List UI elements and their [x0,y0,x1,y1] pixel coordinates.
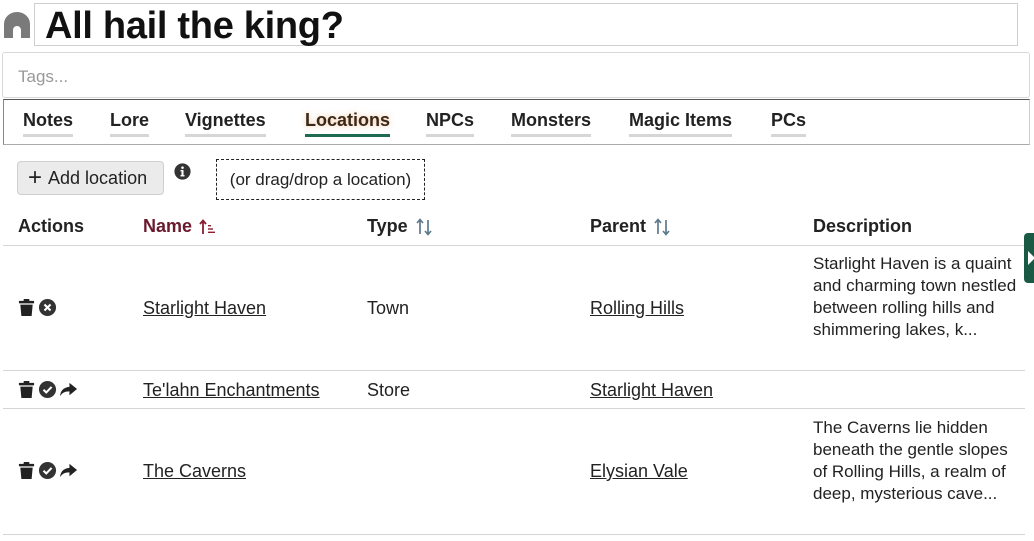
parent-link[interactable]: Starlight Haven [590,380,713,401]
header-divider [3,245,1025,246]
title-field[interactable]: All hail the king? [34,3,1018,46]
location-name-link[interactable]: Starlight Haven [143,298,266,319]
page-title[interactable]: All hail the king? [45,6,344,46]
row-actions [17,380,78,399]
location-type: Store [367,380,411,400]
row-actions [17,298,57,317]
tags-input[interactable] [18,66,918,88]
tab-locations[interactable]: Locations [305,110,391,137]
tab-notes[interactable]: Notes [23,110,74,137]
add-location-button[interactable]: + Add location [17,161,164,195]
row-divider [3,408,1025,409]
tab-vignettes[interactable]: Vignettes [185,110,266,137]
plus-icon: + [28,164,43,191]
remove-circle-icon[interactable] [38,298,57,317]
trash-icon[interactable] [17,298,36,317]
trash-icon[interactable] [17,380,36,399]
row-divider [3,534,1025,535]
location-description: Starlight Haven is a quaint and charming… [813,254,1017,339]
location-description: The Caverns lie hidden beneath the gentl… [813,418,1008,503]
location-name-link[interactable]: Te'lahn Enchantments [143,380,320,401]
tabs-bar: Notes Lore Vignettes Locations NPCs Mons… [3,99,1030,145]
column-header-description: Description [813,216,913,236]
column-header-actions: Actions [18,216,85,236]
row-divider [3,370,1025,371]
row-actions [17,461,78,480]
tags-field[interactable] [2,52,1030,98]
tab-monsters[interactable]: Monsters [511,110,592,137]
location-name-link[interactable]: The Caverns [143,461,246,482]
sort-icon[interactable] [414,217,434,237]
check-circle-icon[interactable] [38,380,57,399]
check-circle-icon[interactable] [38,461,57,480]
add-location-label: Add location [48,167,148,188]
share-arrow-icon[interactable] [59,380,78,399]
drop-zone[interactable]: (or drag/drop a location) [216,159,425,200]
tab-lore[interactable]: Lore [110,110,150,137]
column-header-type[interactable]: Type [367,216,434,237]
parent-link[interactable]: Elysian Vale [590,461,688,482]
share-arrow-icon[interactable] [59,461,78,480]
home-icon[interactable] [3,11,31,39]
sort-icon[interactable] [652,217,672,237]
column-header-name[interactable]: Name [143,216,218,237]
trash-icon[interactable] [17,461,36,480]
tab-magic-items[interactable]: Magic Items [629,110,733,137]
tab-npcs[interactable]: NPCs [426,110,475,137]
side-panel-toggle[interactable] [1024,233,1034,283]
column-header-parent[interactable]: Parent [590,216,672,237]
parent-link[interactable]: Rolling Hills [590,298,684,319]
tab-pcs[interactable]: PCs [771,110,807,137]
location-type: Town [367,298,410,318]
drop-zone-hint: (or drag/drop a location) [229,169,412,189]
info-icon[interactable] [174,163,191,180]
sort-ascending-icon[interactable] [198,217,218,237]
